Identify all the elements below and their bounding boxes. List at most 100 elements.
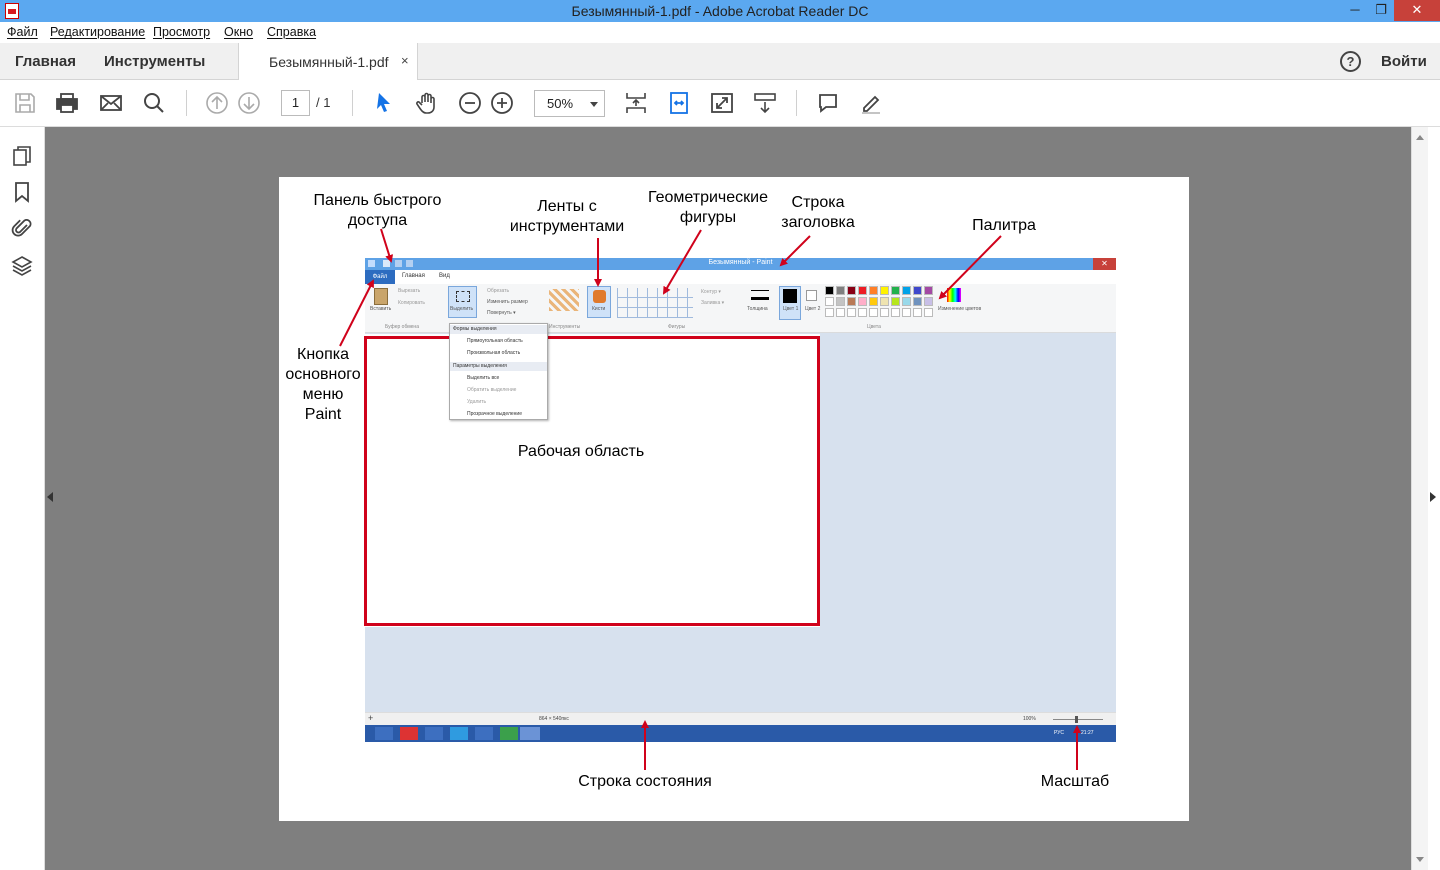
scroll-mode-icon[interactable] xyxy=(753,91,777,115)
palette-swatch xyxy=(869,297,878,306)
paint-copy-label: Копировать xyxy=(398,300,425,306)
pages-icon[interactable] xyxy=(11,145,33,167)
color2-swatch xyxy=(806,290,817,301)
next-page-icon[interactable] xyxy=(237,91,261,115)
paint-zoom-readout: 100% xyxy=(1023,716,1036,722)
menu-window[interactable]: Окно xyxy=(224,25,253,39)
paint-group-clipboard: Буфер обмена xyxy=(385,324,419,330)
palette-swatch xyxy=(902,286,911,295)
palette-swatch xyxy=(858,297,867,306)
fit-width-icon[interactable] xyxy=(667,91,691,115)
page-number-input[interactable]: 1 xyxy=(281,90,310,116)
menu-view[interactable]: Просмотр xyxy=(153,25,210,39)
dropdown-header: Параметры выделения xyxy=(450,362,547,371)
help-icon[interactable]: ? xyxy=(1340,51,1361,72)
workarea-highlight xyxy=(364,336,820,626)
palette-swatch-empty xyxy=(902,308,911,317)
vertical-scrollbar[interactable] xyxy=(1411,127,1428,870)
minimize-button[interactable]: ─ xyxy=(1342,0,1368,21)
save-icon[interactable] xyxy=(13,91,37,115)
prev-page-icon[interactable] xyxy=(205,91,229,115)
label-line: заголовка xyxy=(781,214,855,231)
tool-icons xyxy=(549,289,579,311)
attachment-icon[interactable] xyxy=(11,217,33,239)
menu-edit[interactable]: Редактирование xyxy=(50,25,145,39)
select-cursor-icon[interactable] xyxy=(372,91,396,115)
tab-tools[interactable]: Инструменты xyxy=(104,53,205,70)
layers-icon[interactable] xyxy=(11,254,33,276)
menu-help[interactable]: Справка xyxy=(267,25,316,39)
paint-size-readout: 864 × 540пкс xyxy=(539,716,569,722)
taskbar-clock: 21:27 xyxy=(1081,730,1094,736)
palette-swatch xyxy=(825,286,834,295)
palette-swatch xyxy=(869,286,878,295)
tab-document[interactable]: Безымянный-1.pdf × xyxy=(238,43,418,80)
email-icon[interactable] xyxy=(99,91,123,115)
hand-tool-icon[interactable] xyxy=(415,91,439,115)
label-line: фигуры xyxy=(679,209,737,226)
palette-swatch xyxy=(836,297,845,306)
paint-close-icon: ✕ xyxy=(1093,258,1116,270)
full-screen-icon[interactable] xyxy=(710,91,734,115)
paste-icon xyxy=(374,288,388,305)
close-button[interactable]: ✕ xyxy=(1394,0,1440,21)
dropdown-item: Прозрачное выделение xyxy=(467,411,522,417)
paint-status-bar: + 864 × 540пкс 100% xyxy=(365,712,1116,725)
paint-color1-label: Цвет 1 xyxy=(783,306,799,312)
paint-tabs: Файл Главная Вид xyxy=(365,270,1116,284)
dropdown-item: Прямоугольная область xyxy=(467,338,523,344)
maximize-button[interactable]: ❐ xyxy=(1368,0,1394,21)
palette-swatch xyxy=(924,286,933,295)
palette-swatch-empty xyxy=(836,308,845,317)
edit-colors-icon xyxy=(947,288,961,302)
label-line: Кнопка xyxy=(297,346,349,363)
label-quick-access: Панель быстрого доступа xyxy=(300,191,455,231)
palette-swatch-empty xyxy=(913,308,922,317)
collapse-left-pane-icon[interactable] xyxy=(47,492,53,502)
paint-group-shapes: Фигуры xyxy=(668,324,686,330)
select-rect-icon xyxy=(456,291,470,302)
menu-file[interactable]: Файл xyxy=(7,25,38,39)
label-zoom: Масштаб xyxy=(1040,773,1110,790)
brush-icon xyxy=(593,290,606,303)
label-shapes: Геометрические фигуры xyxy=(640,188,776,228)
chevron-down-icon xyxy=(590,102,598,107)
palette-swatch-empty xyxy=(924,308,933,317)
paint-title-bar: Безымянный - Paint ✕ xyxy=(365,258,1116,270)
signin-button[interactable]: Войти xyxy=(1381,53,1427,70)
fit-page-icon[interactable] xyxy=(624,91,648,115)
label-line: Геометрические xyxy=(648,189,768,206)
expand-right-pane-icon[interactable] xyxy=(1430,492,1436,502)
label-palette: Палитра xyxy=(972,217,1036,234)
color1-swatch xyxy=(783,289,797,303)
scroll-down-icon[interactable] xyxy=(1416,857,1424,862)
comment-icon[interactable] xyxy=(816,91,840,115)
bookmark-icon[interactable] xyxy=(11,181,33,203)
paint-tab-view: Вид xyxy=(439,273,450,279)
palette-swatch xyxy=(891,297,900,306)
close-tab-icon[interactable]: × xyxy=(401,53,409,68)
dropdown-item: Произвольная область xyxy=(467,350,521,356)
palette-swatch xyxy=(880,286,889,295)
zoom-select[interactable]: 50% xyxy=(534,90,605,117)
highlight-pen-icon[interactable] xyxy=(859,91,883,115)
palette-swatch xyxy=(913,297,922,306)
taskbar-paint-icon xyxy=(520,727,540,740)
palette-swatch xyxy=(825,297,834,306)
zoom-in-icon[interactable] xyxy=(490,91,514,115)
taskbar-yandex-icon xyxy=(400,727,418,740)
paint-cursor-icon: + xyxy=(368,713,374,723)
paint-tab-home: Главная xyxy=(402,273,425,279)
paint-crop-label: Обрезать xyxy=(487,288,510,294)
search-icon[interactable] xyxy=(142,91,166,115)
tab-home[interactable]: Главная xyxy=(15,53,76,70)
zoom-value: 50% xyxy=(547,96,574,111)
print-icon[interactable] xyxy=(55,91,79,115)
paint-file-button: Файл xyxy=(365,270,395,284)
paint-fill-label: Заливка ▾ xyxy=(701,300,725,306)
tab-bar: Главная Инструменты Безымянный-1.pdf × ?… xyxy=(0,43,1440,80)
zoom-out-icon[interactable] xyxy=(458,91,482,115)
scroll-up-icon[interactable] xyxy=(1416,135,1424,140)
palette-swatch-empty xyxy=(869,308,878,317)
paint-zoom-slider xyxy=(1053,719,1103,720)
